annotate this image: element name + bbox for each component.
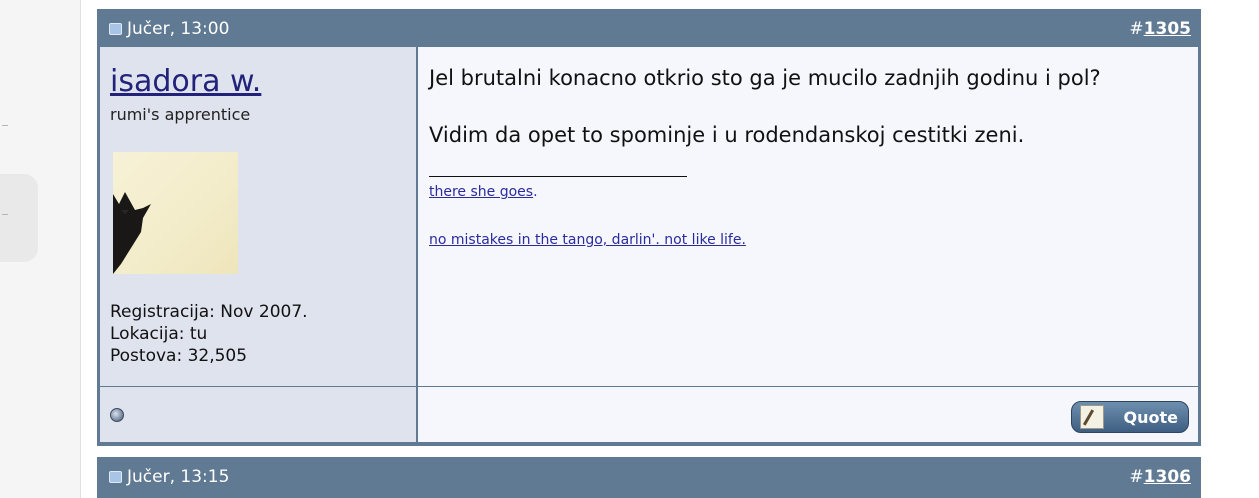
- left-gutter: [0, 0, 81, 498]
- post-date: Jučer, 13:15: [109, 467, 229, 487]
- post-date-text: Jučer, 13:00: [127, 19, 230, 39]
- cat-silhouette-icon: [113, 192, 151, 274]
- gutter-marker: [2, 214, 8, 215]
- quote-button-label: Quote: [1123, 407, 1178, 427]
- post-icon: [109, 23, 122, 35]
- quote-icon: [1080, 405, 1104, 429]
- user-info-cell: isadora w. rumi's apprentice Registracij…: [100, 47, 416, 386]
- post-number-link[interactable]: 1305: [1144, 19, 1191, 39]
- offline-status-icon: [110, 408, 124, 422]
- user-details: Registracija: Nov 2007. Lokacija: tu Pos…: [110, 301, 308, 367]
- message-text: Jel brutalni konacno otkrio sto ga je mu…: [429, 66, 1101, 90]
- message-footer-cell: Quote: [418, 387, 1198, 442]
- signature-link[interactable]: no mistakes in the tango, darlin'. not l…: [429, 232, 746, 248]
- side-tab[interactable]: [0, 174, 38, 262]
- post-header: Jučer, 13:15 #1306: [97, 457, 1201, 495]
- post-number-prefix: #: [1129, 19, 1144, 39]
- message-cell: Jel brutalni konacno otkrio sto ga je mu…: [418, 47, 1198, 386]
- user-title: rumi's apprentice: [110, 105, 251, 124]
- post-header: Jučer, 13:00 #1305: [97, 9, 1201, 47]
- gutter-marker: [2, 125, 8, 126]
- post-number: #1306: [1129, 467, 1191, 487]
- signature-line: there she goes.: [429, 184, 538, 200]
- post-date-text: Jučer, 13:15: [127, 467, 230, 487]
- post-number-link[interactable]: 1306: [1144, 467, 1191, 487]
- username-link[interactable]: isadora w.: [110, 67, 261, 97]
- user-location: Lokacija: tu: [110, 324, 208, 344]
- forum-post: Jučer, 13:15 #1306: [97, 457, 1201, 498]
- post-icon: [109, 471, 122, 483]
- signature-line: no mistakes in the tango, darlin'. not l…: [429, 232, 746, 248]
- user-footer-cell: [100, 387, 416, 442]
- message-text: Vidim da opet to spominje i u rodendansk…: [429, 123, 1025, 147]
- user-registration: Registracija: Nov 2007.: [110, 302, 308, 322]
- signature-link[interactable]: there she goes: [429, 184, 533, 200]
- post-date: Jučer, 13:00: [109, 19, 229, 39]
- forum-post: Jučer, 13:00 #1305 isadora w. rumi's app…: [97, 9, 1201, 446]
- post-number: #1305: [1129, 19, 1191, 39]
- signature-punctuation: .: [533, 184, 538, 200]
- avatar: [113, 152, 238, 274]
- user-post-count: Postova: 32,505: [110, 346, 248, 366]
- quote-button[interactable]: Quote: [1071, 401, 1189, 433]
- post-number-prefix: #: [1129, 467, 1144, 487]
- signature-divider: [429, 176, 687, 177]
